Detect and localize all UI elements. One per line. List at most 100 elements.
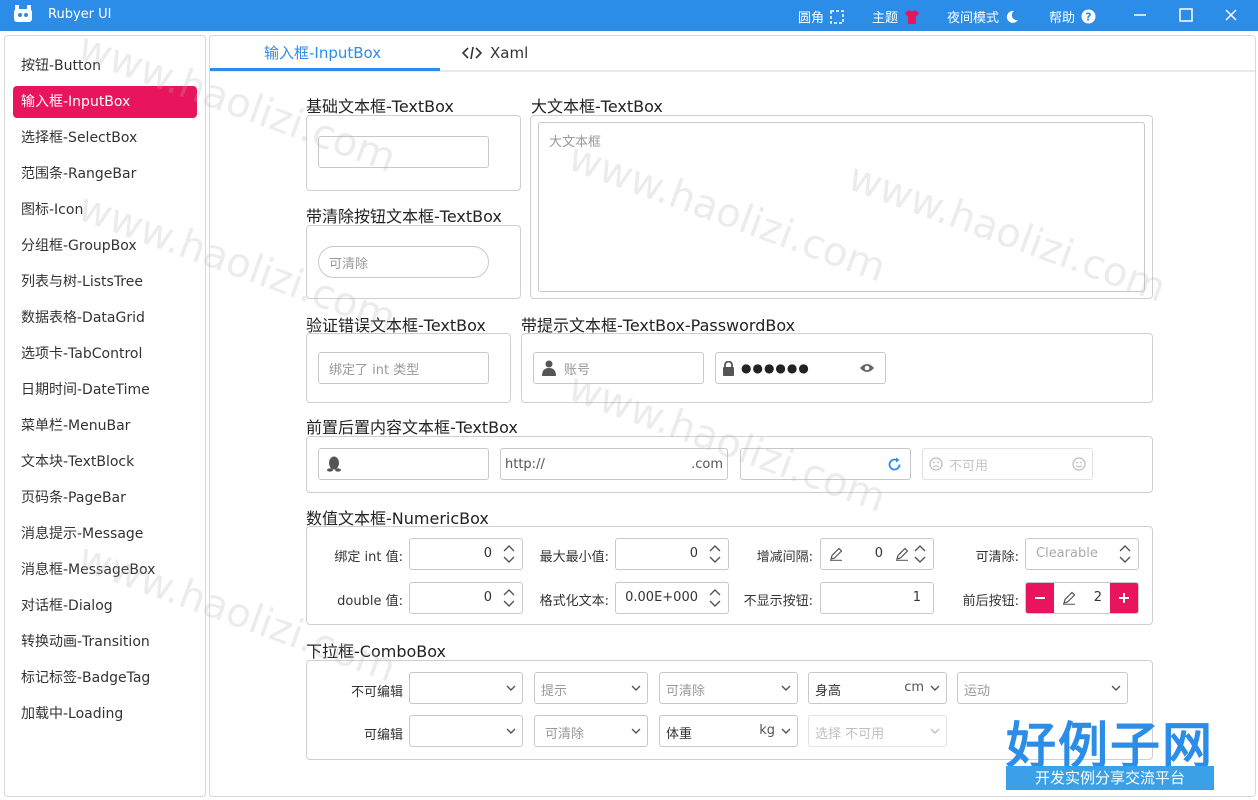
refresh-icon[interactable] [887, 457, 902, 472]
sidebar-item-groupbox[interactable]: 分组框-GroupBox [13, 230, 197, 262]
tab-bar: 输入框-InputBox Xaml [210, 36, 1255, 72]
basic-textbox-title: 基础文本框-TextBox [306, 97, 454, 116]
app-logo-icon [14, 5, 32, 22]
night-mode-button[interactable]: 夜间模式 [947, 7, 1019, 26]
sidebar-item-badgetag[interactable]: 标记标签-BadgeTag [13, 662, 197, 694]
chevron-down-icon [506, 728, 516, 734]
chevron-down-icon [930, 685, 940, 691]
spin-arrows-icon[interactable] [1118, 541, 1132, 567]
disabled-textbox-input: 不可用 [922, 448, 1093, 480]
sidebar-item-datetime[interactable]: 日期时间-DateTime [13, 374, 197, 406]
code-icon [462, 46, 482, 60]
sidebar-item-loading[interactable]: 加载中-Loading [13, 698, 197, 730]
int-textbox-input[interactable]: 绑定了 int 类型 [318, 352, 489, 384]
sidebar-item-icon[interactable]: 图标-Icon [13, 194, 197, 226]
chevron-down-icon [781, 728, 791, 734]
minmax-numeric-box[interactable]: 0 [615, 538, 729, 570]
spin-arrows-icon[interactable] [502, 541, 516, 567]
help-button[interactable]: 帮助 ? [1049, 7, 1096, 26]
validate-textbox-group: 绑定了 int 类型 [306, 333, 511, 403]
hint-combobox[interactable]: 提示 [534, 672, 648, 704]
pre-post-buttons-label: 前后按钮: [962, 594, 1019, 609]
refresh-textbox-input[interactable] [740, 448, 911, 480]
disabled-text: 不可用 [949, 458, 989, 474]
close-button[interactable] [1221, 5, 1241, 25]
clearable-numeric-label: 可清除: [975, 550, 1019, 565]
url-textbox-input[interactable]: http:// .com [500, 448, 728, 480]
double-value-label: double 值: [337, 594, 403, 609]
tab-xaml-label: Xaml [490, 44, 529, 62]
basic-textbox-input[interactable] [318, 136, 489, 168]
sidebar-item-textblock[interactable]: 文本块-TextBlock [13, 446, 197, 478]
smile-face-icon [1072, 457, 1086, 471]
brand-logo: 好例子网 开发实例分享交流平台 [1006, 706, 1214, 792]
help-icon: ? [1081, 9, 1096, 24]
sidebar-item-messagebox[interactable]: 消息框-MessageBox [13, 554, 197, 586]
sidebar-item-menubar[interactable]: 菜单栏-MenuBar [13, 410, 197, 442]
pre-post-numeric-value: 2 [1093, 590, 1102, 605]
svg-text:?: ? [1085, 11, 1091, 24]
minimize-button[interactable] [1130, 5, 1150, 25]
sidebar-item-pagebar[interactable]: 页码条-PageBar [13, 482, 197, 514]
decrement-button[interactable] [1026, 583, 1054, 613]
readonly-combobox[interactable] [409, 672, 523, 704]
tab-inputbox[interactable]: 输入框-InputBox [264, 36, 381, 70]
sidebar-item-liststree[interactable]: 列表与树-ListsTree [13, 266, 197, 298]
int-numeric-value: 0 [483, 546, 492, 561]
prepost-textbox-title: 前置后置内容文本框-TextBox [306, 418, 518, 437]
format-numeric-value: 0.00E+000 [625, 590, 698, 605]
lock-icon [723, 360, 734, 376]
tab-xaml[interactable]: Xaml [462, 36, 528, 70]
maximize-button[interactable] [1176, 5, 1196, 25]
sad-face-icon [929, 457, 943, 471]
big-textbox-input[interactable]: 大文本框 [538, 122, 1145, 292]
readonly-combo-label: 不可编辑 [350, 685, 403, 700]
spin-arrows-icon[interactable] [913, 541, 927, 567]
minus-icon [1035, 597, 1045, 599]
int-numeric-box[interactable]: 0 [409, 538, 523, 570]
no-button-numeric-box[interactable]: 1 [820, 582, 934, 614]
sidebar-item-transition[interactable]: 转换动画-Transition [13, 626, 197, 658]
clearable-numeric-box[interactable]: Clearable [1025, 538, 1139, 570]
qq-textbox-input[interactable] [318, 448, 489, 480]
sport-combobox[interactable]: 运动 [957, 672, 1128, 704]
weight-combobox[interactable]: 体重 kg [659, 715, 798, 747]
spin-arrows-icon[interactable] [502, 585, 516, 611]
editable-clearable-combobox[interactable]: 可清除 [534, 715, 648, 747]
eye-icon[interactable] [859, 362, 875, 374]
pre-post-numeric-box[interactable]: 2 [1025, 582, 1139, 614]
sidebar-item-rangebar[interactable]: 范围条-RangeBar [13, 158, 197, 190]
sidebar-item-dialog[interactable]: 对话框-Dialog [13, 590, 197, 622]
height-combobox[interactable]: 身高 cm [808, 672, 947, 704]
editable-combobox[interactable] [409, 715, 523, 747]
big-textbox-placeholder: 大文本框 [549, 135, 602, 150]
clearable-textbox-input[interactable]: 可清除 [318, 246, 489, 278]
title-bar: Rubyer UI 圆角 主题 夜间模式 帮助 ? [0, 0, 1258, 31]
spin-arrows-icon[interactable] [708, 585, 722, 611]
password-box-input[interactable]: ●●●●●● [715, 352, 886, 384]
sidebar-item-button[interactable]: 按钮-Button [13, 50, 197, 82]
big-textbox-group: 大文本框 [530, 115, 1153, 299]
clearable-combobox[interactable]: 可清除 [659, 672, 798, 704]
sidebar-item-selectbox[interactable]: 选择框-SelectBox [13, 122, 197, 154]
content-panel: 输入框-InputBox Xaml 基础文本框-TextBox 大文本框-Tex… [209, 35, 1256, 797]
maximize-icon [1179, 8, 1193, 22]
pencil-icon [830, 547, 843, 561]
theme-button[interactable]: 主题 [872, 7, 920, 26]
interval-numeric-box[interactable]: 0 [820, 538, 934, 570]
moon-icon [1006, 10, 1019, 23]
tab-active-indicator [210, 68, 440, 71]
increment-button[interactable] [1110, 583, 1138, 613]
format-numeric-box[interactable]: 0.00E+000 [615, 582, 729, 614]
sidebar-item-datagrid[interactable]: 数据表格-DataGrid [13, 302, 197, 334]
double-numeric-box[interactable]: 0 [409, 582, 523, 614]
sidebar-item-inputbox[interactable]: 输入框-InputBox [13, 86, 197, 118]
height-unit: cm [904, 680, 924, 695]
sidebar-item-message[interactable]: 消息提示-Message [13, 518, 197, 550]
spin-arrows-icon[interactable] [708, 541, 722, 567]
pencil-icon [1063, 591, 1076, 605]
corner-icon [830, 9, 844, 24]
sidebar-item-tabcontrol[interactable]: 选项卡-TabControl [13, 338, 197, 370]
account-textbox-input[interactable]: 账号 [533, 352, 704, 384]
corner-toggle-button[interactable]: 圆角 [798, 7, 844, 26]
